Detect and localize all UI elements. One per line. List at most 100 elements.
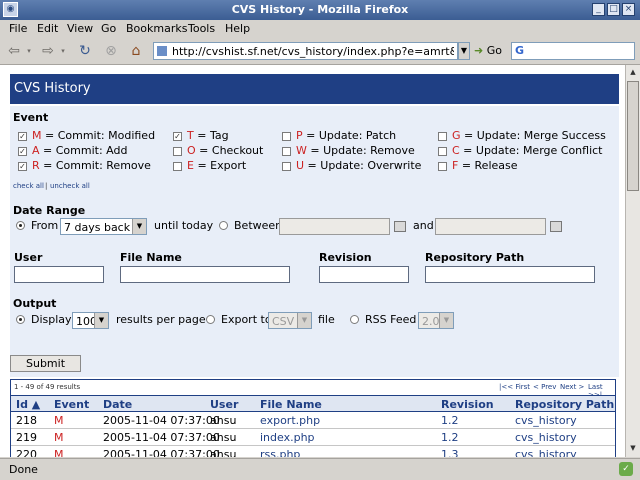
event-checkbox-o[interactable] <box>173 147 182 156</box>
export-radio[interactable] <box>206 315 215 324</box>
minimize-button[interactable]: _ <box>592 3 605 16</box>
event-checkbox-w[interactable] <box>282 147 291 156</box>
navigation-toolbar: ⇦ ▾ ⇨ ▾ ↻ ⊗ ⌂ http://cvshist.sf.net/cvs_… <box>0 38 640 65</box>
repository-path-input[interactable] <box>425 266 595 283</box>
event-checkbox-t[interactable]: ✓ <box>173 132 182 141</box>
event-item-u: U = Update: Overwrite <box>296 159 422 172</box>
forward-icon[interactable]: ⇨ <box>38 41 58 61</box>
file-name-input[interactable] <box>120 266 290 283</box>
date-from-radio[interactable] <box>16 221 25 230</box>
window-title: CVS History - Mozilla Firefox <box>231 3 409 16</box>
revision-input[interactable] <box>319 266 409 283</box>
cell-repository-path[interactable]: cvs_history <box>515 414 577 427</box>
column-header-user[interactable]: User <box>210 398 238 411</box>
scroll-down-icon[interactable]: ▼ <box>627 442 639 455</box>
close-button[interactable]: × <box>622 3 635 16</box>
event-item-w: W = Update: Remove <box>296 144 415 157</box>
display-label: Display <box>31 313 72 326</box>
cell-repository-path[interactable]: cvs_history <box>515 448 577 457</box>
search-box[interactable]: G <box>511 42 635 60</box>
cell-file-name[interactable]: rss.php <box>260 448 300 457</box>
event-checkbox-c[interactable] <box>438 147 447 156</box>
go-arrow-icon: ➜ <box>474 44 484 57</box>
submit-button[interactable]: Submit <box>10 355 81 372</box>
rss-version-select[interactable]: 2.0 ▼ <box>418 312 454 329</box>
column-header-id[interactable]: Id ▲ <box>16 398 40 411</box>
menu-go[interactable]: Go <box>101 22 116 35</box>
cell-revision[interactable]: 1.2 <box>441 414 459 427</box>
event-checkbox-g[interactable] <box>438 132 447 141</box>
forward-dropdown-icon[interactable]: ▾ <box>58 41 68 61</box>
calendar-icon[interactable] <box>550 221 562 232</box>
url-bar[interactable]: http://cvshist.sf.net/cvs_history/index.… <box>153 42 458 60</box>
vertical-scrollbar[interactable]: ▲ ▼ <box>625 65 640 457</box>
next-page-link[interactable]: Next > <box>560 383 584 391</box>
cell-date: 2005-11-04 07:37:00 <box>103 414 220 427</box>
repository-path-label: Repository Path <box>425 251 525 264</box>
export-label: Export to <box>221 313 272 326</box>
cell-repository-path[interactable]: cvs_history <box>515 431 577 444</box>
menu-view[interactable]: View <box>67 22 93 35</box>
status-text: Done <box>9 463 38 476</box>
chevron-down-icon: ▼ <box>439 313 453 328</box>
menu-bookmarks[interactable]: Bookmarks <box>126 22 187 35</box>
table-row: 220 M 2005-11-04 07:37:00 ahsu rss.php 1… <box>11 446 615 457</box>
rss-radio[interactable] <box>350 315 359 324</box>
back-icon[interactable]: ⇦ <box>4 41 24 61</box>
maximize-button[interactable]: □ <box>607 3 620 16</box>
column-header-file-name[interactable]: File Name <box>260 398 322 411</box>
column-header-revision[interactable]: Revision <box>441 398 494 411</box>
date-between-radio[interactable] <box>219 221 228 230</box>
menu-edit[interactable]: Edit <box>37 22 58 35</box>
stop-icon[interactable]: ⊗ <box>101 41 121 61</box>
cell-event: M <box>54 448 64 457</box>
reload-icon[interactable]: ↻ <box>75 41 95 61</box>
search-form: Event ✓ M = Commit: Modified ✓ A = Commi… <box>10 106 619 377</box>
cell-revision[interactable]: 1.2 <box>441 431 459 444</box>
display-count-select[interactable]: 100 ▼ <box>72 312 109 329</box>
results-table: 1 - 49 of 49 results |<< First < Prev Ne… <box>10 379 616 457</box>
column-header-repository-path[interactable]: Repository Path <box>515 398 614 411</box>
event-item-o: O = Checkout <box>187 144 264 157</box>
export-format-select[interactable]: CSV ▼ <box>268 312 312 329</box>
user-label: User <box>14 251 43 264</box>
prev-page-link[interactable]: < Prev <box>533 383 556 391</box>
chevron-down-icon: ▼ <box>297 313 311 328</box>
cell-file-name[interactable]: export.php <box>260 414 320 427</box>
scrollbar-thumb[interactable] <box>627 81 639 191</box>
column-header-event[interactable]: Event <box>54 398 89 411</box>
column-header-date[interactable]: Date <box>103 398 132 411</box>
check-all-link[interactable]: check all <box>13 182 44 190</box>
first-page-link[interactable]: |<< First <box>499 383 530 391</box>
between-start-input[interactable] <box>279 218 390 235</box>
event-checkbox-p[interactable] <box>282 132 291 141</box>
cell-user: ahsu <box>210 431 237 444</box>
url-text[interactable]: http://cvshist.sf.net/cvs_history/index.… <box>172 45 454 58</box>
menu-file[interactable]: File <box>9 22 27 35</box>
event-section-label: Event <box>13 111 49 124</box>
calendar-icon[interactable] <box>394 221 406 232</box>
home-icon[interactable]: ⌂ <box>126 41 146 61</box>
between-end-input[interactable] <box>435 218 546 235</box>
menu-help[interactable]: Help <box>225 22 250 35</box>
cell-file-name[interactable]: index.php <box>260 431 315 444</box>
event-checkbox-e[interactable] <box>173 162 182 171</box>
cell-id: 218 <box>16 414 37 427</box>
user-input[interactable] <box>14 266 104 283</box>
date-from-select[interactable]: 7 days back ▼ <box>60 218 147 235</box>
menu-tools[interactable]: Tools <box>188 22 215 35</box>
event-checkbox-u[interactable] <box>282 162 291 171</box>
cell-revision[interactable]: 1.3 <box>441 448 459 457</box>
security-icon[interactable]: ✓ <box>619 462 633 476</box>
event-checkbox-a[interactable]: ✓ <box>18 147 27 156</box>
event-checkbox-m[interactable]: ✓ <box>18 132 27 141</box>
event-checkbox-f[interactable] <box>438 162 447 171</box>
url-dropdown-icon[interactable]: ▼ <box>458 42 470 60</box>
uncheck-all-link[interactable]: uncheck all <box>50 182 90 190</box>
table-header: Id ▲ Event Date User File Name Revision … <box>11 395 615 412</box>
scroll-up-icon[interactable]: ▲ <box>627 66 639 79</box>
event-checkbox-r[interactable]: ✓ <box>18 162 27 171</box>
display-radio[interactable] <box>16 315 25 324</box>
go-button[interactable]: ➜ Go <box>474 44 502 57</box>
back-dropdown-icon[interactable]: ▾ <box>24 41 34 61</box>
